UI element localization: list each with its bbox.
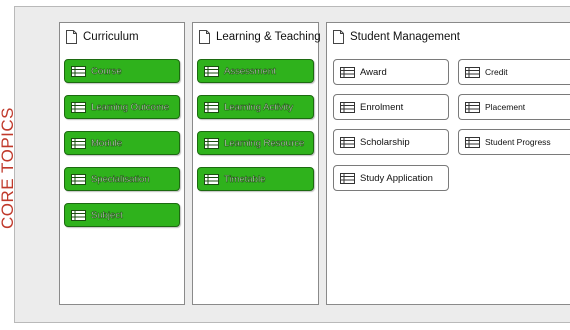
table-icon: [465, 101, 480, 113]
table-icon: [71, 173, 86, 185]
panel-header-curriculum: Curriculum: [66, 30, 139, 44]
item-assessment[interactable]: Assessment: [197, 59, 314, 83]
item-label: Study Application: [360, 172, 433, 184]
panel-curriculum: Curriculum Course Learning Outcome Modul…: [59, 22, 185, 305]
item-label: Learning Activity: [224, 101, 294, 113]
item-label: Scholarship: [360, 136, 410, 148]
core-topics-label: CORE TOPICS: [0, 107, 17, 230]
item-learning-activity[interactable]: Learning Activity: [197, 95, 314, 119]
item-study-application[interactable]: Study Application: [333, 165, 449, 191]
panel-student-management: Student Management Award Enrolment Schol…: [326, 22, 570, 305]
item-subject[interactable]: Subject: [64, 203, 180, 227]
table-icon: [465, 136, 480, 148]
item-label: Specialisation: [91, 173, 150, 185]
item-label: Credit: [485, 67, 508, 77]
item-label: Module: [91, 137, 123, 149]
table-icon: [204, 65, 219, 77]
item-course[interactable]: Course: [64, 59, 180, 83]
item-label: Placement: [485, 102, 526, 112]
panel-title-curriculum: Curriculum: [83, 31, 139, 43]
document-icon: [333, 30, 344, 44]
document-icon: [66, 30, 77, 44]
item-scholarship[interactable]: Scholarship: [333, 129, 449, 155]
table-icon: [71, 101, 86, 113]
table-icon: [204, 137, 219, 149]
item-label: Subject: [91, 209, 123, 221]
panel-learning-teaching: Learning & Teaching Assessment Learning …: [192, 22, 321, 305]
item-enrolment[interactable]: Enrolment: [333, 94, 449, 120]
item-label: Assessment: [224, 65, 276, 77]
table-icon: [71, 209, 86, 221]
panel-title-student-management: Student Management: [350, 31, 460, 43]
panel-header-student-management: Student Management: [333, 30, 460, 44]
item-label: Learning Outcome: [91, 101, 170, 113]
table-icon: [340, 101, 355, 113]
item-module[interactable]: Module: [64, 131, 180, 155]
diagram-frame: Curriculum Course Learning Outcome Modul…: [0, 0, 570, 330]
panel-title-learning-teaching: Learning & Teaching: [216, 31, 321, 43]
item-student-progress[interactable]: Student Progress: [458, 129, 570, 155]
item-label: Course: [91, 65, 122, 77]
item-specialisation[interactable]: Specialisation: [64, 167, 180, 191]
item-label: Student Progress: [485, 137, 551, 147]
panel-header-learning-teaching: Learning & Teaching: [199, 30, 321, 44]
table-icon: [204, 101, 219, 113]
item-award[interactable]: Award: [333, 59, 449, 85]
item-placement[interactable]: Placement: [458, 94, 570, 120]
item-credit[interactable]: Credit: [458, 59, 570, 85]
table-icon: [340, 66, 355, 78]
item-learning-outcome[interactable]: Learning Outcome: [64, 95, 180, 119]
item-label: Learning Resource: [224, 137, 305, 149]
table-icon: [71, 137, 86, 149]
item-label: Award: [360, 66, 387, 78]
table-icon: [204, 173, 219, 185]
item-learning-resource[interactable]: Learning Resource: [197, 131, 314, 155]
table-icon: [340, 172, 355, 184]
document-icon: [199, 30, 210, 44]
item-label: Enrolment: [360, 101, 404, 113]
core-topics-container: Curriculum Course Learning Outcome Modul…: [14, 6, 570, 323]
table-icon: [71, 65, 86, 77]
table-icon: [340, 136, 355, 148]
table-icon: [465, 66, 480, 78]
item-timetable[interactable]: Timetable: [197, 167, 314, 191]
item-label: Timetable: [224, 173, 266, 185]
